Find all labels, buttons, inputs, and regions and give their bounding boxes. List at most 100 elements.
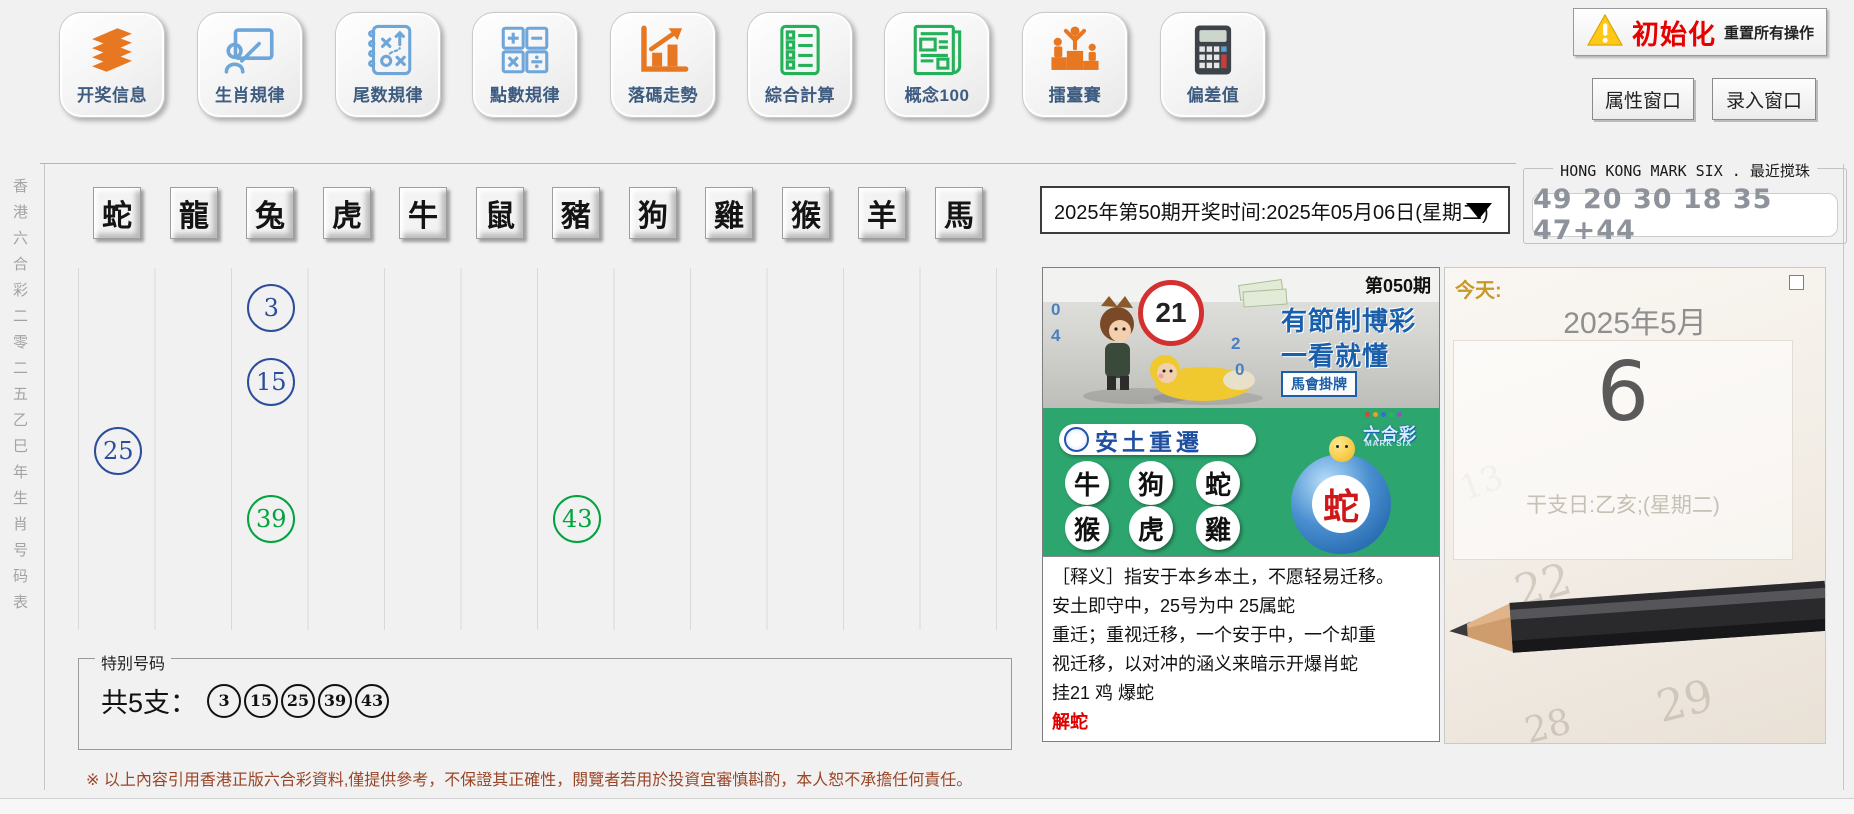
mascot-icon	[1329, 436, 1355, 462]
zodiac-button-snake[interactable]: 蛇	[93, 187, 141, 239]
interpretation-line: 重迁；重视迁移，一个安于中，一个却重	[1052, 621, 1430, 650]
grid-number: 15	[247, 358, 295, 406]
toolbar-button-draw-info[interactable]: 开奖信息	[59, 12, 165, 118]
entry-window-button[interactable]: 录入窗口	[1712, 78, 1816, 120]
special-numbers-title: 特别号码	[95, 650, 171, 674]
recent-draw-title: HONG KONG MARK SIX . 最近搅珠	[1553, 160, 1817, 181]
pencil-image	[1444, 555, 1826, 686]
app-window: { "toolbar": { "buttons": [ {"label": "开…	[0, 0, 1854, 813]
calendar-ganzhi: 干支日:乙亥;(星期二)	[1454, 489, 1792, 519]
calendar-faint-number: 29	[1652, 670, 1719, 733]
lottery-ball: 蛇	[1291, 454, 1391, 554]
special-number: 43	[355, 684, 389, 718]
chevron-down-icon[interactable]	[1466, 203, 1492, 219]
calendar-checkbox[interactable]	[1789, 275, 1804, 290]
draw-select-dropdown[interactable]: 2025年第50期开奖时间:2025年05月06日(星期二)	[1040, 186, 1510, 234]
interpretation-line: 安土即守中，25号为中 25属蛇	[1052, 592, 1430, 621]
special-numbers-groupbox: 特别号码 共5支： 3 15 25 39 43	[78, 658, 1012, 750]
calendar-day: 6	[1454, 345, 1792, 440]
promo-photo: 第050期 21 0 4 2 0 有節制博彩 一看就懂 馬會掛牌	[1043, 268, 1439, 408]
newspaper-icon	[907, 20, 967, 80]
special-number: 15	[244, 684, 278, 718]
interpretation-line: 挂21 鸡 爆蛇	[1052, 679, 1430, 708]
promo-slogan-line2: 一看就懂	[1281, 336, 1437, 373]
zodiac-button-tiger[interactable]: 虎	[323, 187, 371, 239]
interpretation-line: ［释义］指安于本乡本土，不愿轻易迁移。	[1052, 563, 1430, 592]
presentation-icon	[220, 20, 280, 80]
grid-number: 43	[553, 495, 601, 543]
books-icon	[82, 20, 142, 80]
side-title-vertical: 香港六合彩二零二五乙巳年生肖号码表	[8, 178, 30, 620]
toolbar-button-trend[interactable]: 落碼走勢	[610, 12, 716, 118]
zodiac-button-rabbit[interactable]: 兔	[246, 187, 294, 239]
right-edge-divider	[1843, 164, 1844, 790]
special-number: 3	[207, 684, 241, 718]
draw-select-value: 2025年第50期开奖时间:2025年05月06日(星期二)	[1042, 196, 1489, 225]
initialize-button[interactable]: 初始化 重置所有操作	[1573, 8, 1827, 56]
toolbar-label: 生肖規律	[215, 81, 285, 106]
promo-digit: 4	[1051, 326, 1060, 346]
zodiac-button-monkey[interactable]: 猴	[782, 187, 830, 239]
disclaimer-text: ※ 以上內容引用香港正版六合彩資料,僅提供參考，不保證其正確性，閱覽者若用於投資…	[86, 766, 972, 790]
promo-green-section: 安土重遷 牛 狗 蛇 猴 虎 雞 蛇 六合彩 MARK SIX	[1043, 408, 1439, 556]
toolbar-button-tail-pattern[interactable]: 尾数規律	[335, 12, 441, 118]
toolbar-label: 概念100	[905, 81, 970, 106]
math-icon	[495, 20, 555, 80]
toolbar-button-arena[interactable]: 擂臺賽	[1022, 12, 1128, 118]
special-number: 39	[318, 684, 352, 718]
ball-zodiac-char: 蛇	[1312, 475, 1370, 533]
calendar-faint-number: 28	[1521, 701, 1575, 744]
strategy-icon	[358, 20, 418, 80]
promo-zodiac-circle: 雞	[1196, 506, 1240, 550]
promo-digit: 2	[1231, 334, 1240, 354]
properties-window-button[interactable]: 属性窗口	[1592, 78, 1694, 120]
initialize-label: 初始化	[1632, 13, 1716, 52]
promo-digit: 0	[1051, 300, 1060, 320]
zodiac-button-pig[interactable]: 豬	[552, 187, 600, 239]
promo-zodiac-circle: 猴	[1065, 506, 1109, 550]
promo-zodiac-circle: 蛇	[1196, 461, 1240, 505]
toolbar-label: 綜合計算	[765, 81, 835, 106]
recent-draw-numbers: 49 20 30 18 35 47+44	[1532, 193, 1838, 237]
calendar-panel: 今天: 2025年5月 13 6 干支日:乙亥;(星期二) 22 29 28	[1444, 267, 1826, 744]
toolbar-label: 點數規律	[490, 81, 560, 106]
toolbar-label: 偏差值	[1187, 81, 1240, 106]
promo-sign-number: 21	[1138, 280, 1204, 346]
podium-icon	[1045, 20, 1105, 80]
interpretation-highlight: 解蛇	[1052, 708, 1430, 737]
promo-zodiac-circle: 狗	[1129, 461, 1173, 505]
zodiac-button-rooster[interactable]: 雞	[705, 187, 753, 239]
toolbar-button-calc[interactable]: 綜合計算	[747, 12, 853, 118]
zodiac-button-dragon[interactable]: 龍	[170, 187, 218, 239]
calendar-day-card: 6 干支日:乙亥;(星期二)	[1453, 340, 1793, 560]
initialize-sublabel: 重置所有操作	[1724, 22, 1814, 43]
toolbar-button-concept100[interactable]: 概念100	[884, 12, 990, 118]
bar-chart-icon	[633, 20, 693, 80]
toolbar-divider	[40, 163, 1516, 164]
interpretation-line: 视迁移，以对冲的涵义来暗示开爆肖蛇	[1052, 650, 1430, 679]
toolbar-button-deviation[interactable]: 偏差值	[1160, 12, 1266, 118]
recent-draw-groupbox: HONG KONG MARK SIX . 最近搅珠 49 20 30 18 35…	[1523, 168, 1847, 244]
promo-slogan-line1: 有節制博彩	[1281, 301, 1437, 338]
special-count-label: 共5支：	[101, 681, 197, 720]
toolbar-button-zodiac-pattern[interactable]: 生肖規律	[197, 12, 303, 118]
zodiac-button-dog[interactable]: 狗	[629, 187, 677, 239]
zodiac-button-ox[interactable]: 牛	[399, 187, 447, 239]
toolbar-button-points-pattern[interactable]: 點數規律	[472, 12, 578, 118]
special-number: 25	[281, 684, 315, 718]
promo-digit: 0	[1235, 360, 1244, 380]
grid-number: 25	[94, 427, 142, 475]
zodiac-button-horse[interactable]: 馬	[935, 187, 983, 239]
zodiac-button-goat[interactable]: 羊	[858, 187, 906, 239]
logo-dots-icon	[1365, 412, 1402, 417]
idiom-text: 安土重遷	[1095, 423, 1203, 457]
promo-tag: 馬會掛牌	[1281, 371, 1357, 397]
sidebar-divider	[44, 164, 45, 790]
checklist-icon	[770, 20, 830, 80]
zodiac-button-rat[interactable]: 鼠	[476, 187, 524, 239]
mark-six-logo-sub: MARK SIX	[1365, 439, 1412, 448]
promo-zodiac-circle: 牛	[1065, 461, 1109, 505]
interpretation-block: ［释义］指安于本乡本土，不愿轻易迁移。 安土即守中，25号为中 25属蛇 重迁；…	[1043, 556, 1439, 741]
toolbar-label: 开奖信息	[77, 81, 147, 106]
promo-issue-label: 第050期	[1365, 272, 1431, 298]
